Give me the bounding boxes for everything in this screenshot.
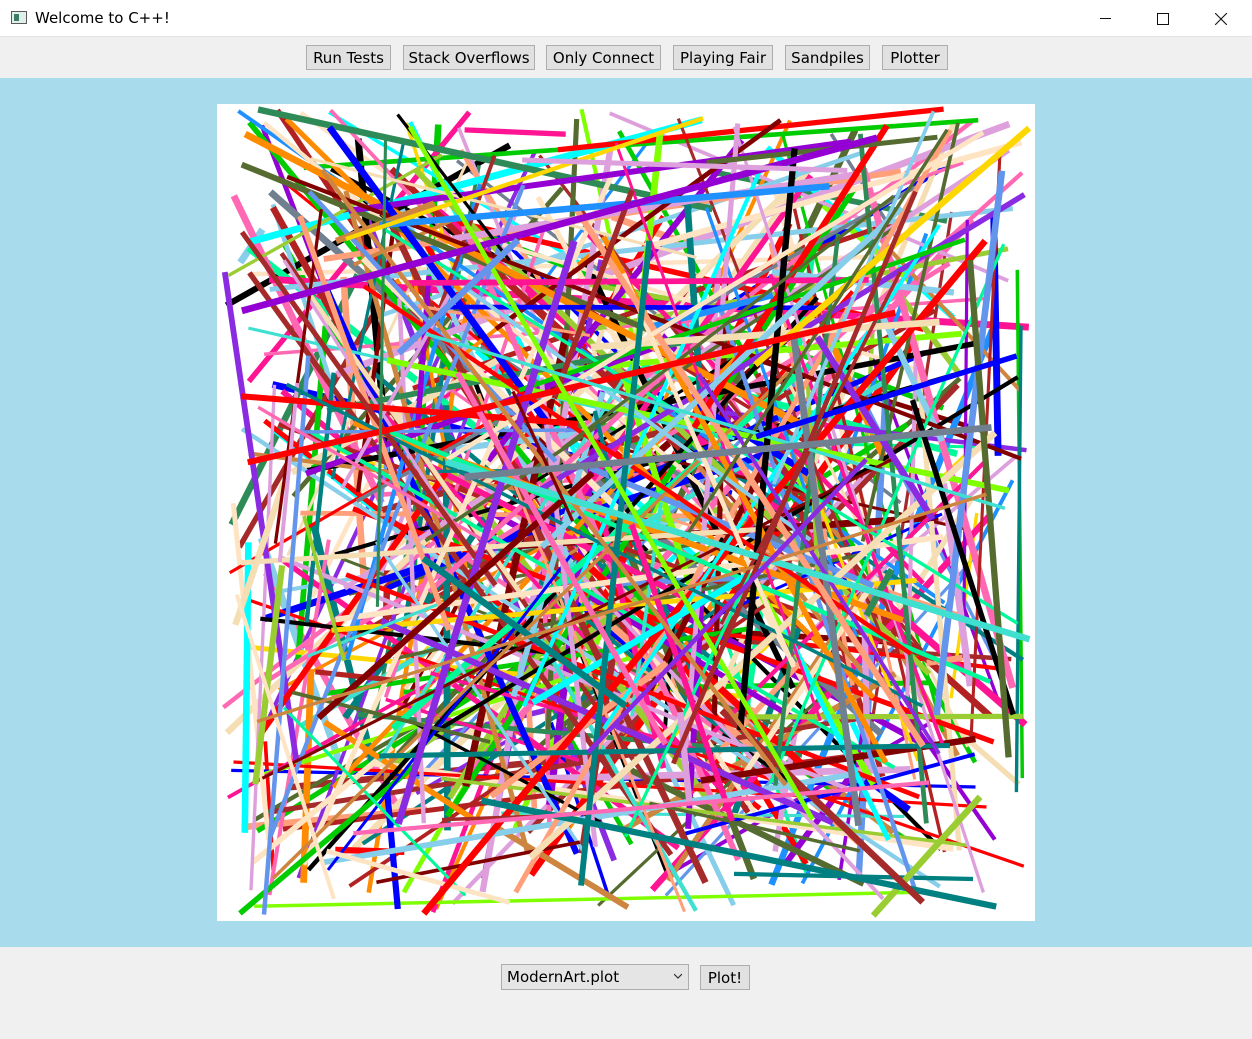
art-line xyxy=(464,127,566,137)
playing-fair-button[interactable]: Playing Fair xyxy=(673,45,773,70)
maximize-button[interactable] xyxy=(1134,0,1192,37)
art-line xyxy=(254,890,934,909)
title-bar: Welcome to C++! xyxy=(0,0,1252,37)
app-icon xyxy=(11,11,27,24)
canvas-area xyxy=(0,78,1252,947)
sandpiles-button[interactable]: Sandpiles xyxy=(785,45,870,70)
plot-canvas xyxy=(217,104,1035,921)
close-button[interactable] xyxy=(1192,0,1250,37)
chevron-down-icon xyxy=(674,973,682,979)
plot-button[interactable]: Plot! xyxy=(700,965,750,990)
minimize-icon xyxy=(1099,18,1111,19)
toolbar: Run Tests Stack Overflows Only Connect P… xyxy=(0,37,1252,78)
stack-overflows-button[interactable]: Stack Overflows xyxy=(403,45,535,70)
modern-art-drawing xyxy=(221,106,1032,918)
window-title: Welcome to C++! xyxy=(35,9,170,27)
run-tests-button[interactable]: Run Tests xyxy=(306,45,391,70)
only-connect-button[interactable]: Only Connect xyxy=(546,45,661,70)
minimize-button[interactable] xyxy=(1076,0,1134,37)
maximize-icon xyxy=(1157,12,1169,25)
art-line xyxy=(301,428,576,434)
plotter-button[interactable]: Plotter xyxy=(882,45,948,70)
art-line xyxy=(746,713,1023,720)
plot-file-select[interactable]: ModernArt.plot xyxy=(501,964,689,990)
bottom-controls: ModernArt.plot Plot! xyxy=(0,947,1252,1039)
plot-file-select-value: ModernArt.plot xyxy=(507,968,620,986)
close-icon xyxy=(1215,12,1227,25)
